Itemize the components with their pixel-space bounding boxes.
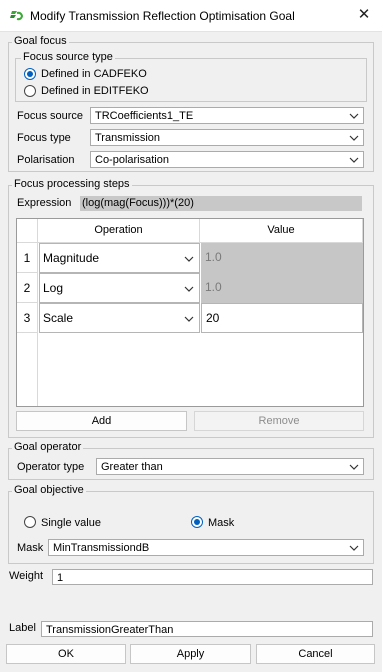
column-header-operation[interactable]: Operation [38,219,200,243]
goal-objective-label: Goal objective [12,484,86,496]
chevron-down-icon [184,256,194,262]
focus-source-type-label: Focus source type [21,51,115,63]
apply-button[interactable]: Apply [130,644,251,664]
goal-operator-label: Goal operator [12,441,84,453]
focus-type-value: Transmission [95,132,160,144]
polarisation-value: Co-polarisation [95,154,169,166]
column-header-value[interactable]: Value [200,219,363,243]
value-cell: 1.0 [201,243,363,273]
operation-value: Log [43,281,64,295]
expression-value: (log(mag(Focus)))*(20) [82,197,194,209]
chevron-down-icon [349,545,359,551]
value-input[interactable]: 20 [201,303,363,333]
goal-focus-label: Goal focus [12,35,69,47]
operator-type-label: Operator type [17,461,85,473]
weight-input[interactable]: 1 [52,569,373,585]
expression-label: Expression [17,197,72,209]
expression-field: (log(mag(Focus)))*(20) [80,196,362,211]
focus-type-combo[interactable]: Transmission [90,129,364,146]
cancel-button[interactable]: Cancel [256,644,375,664]
mask-value: MinTransmissiondB [53,542,150,554]
radio-editfeko-label: Defined in EDITFEKO [41,85,149,97]
radio-single-value-label: Single value [41,517,101,529]
value-text: 1.0 [205,280,222,294]
focus-type-label: Focus type [17,132,71,144]
chevron-down-icon [349,113,359,119]
focus-processing-label: Focus processing steps [12,178,132,190]
polarisation-label: Polarisation [17,154,75,166]
row-number: 3 [17,303,38,333]
radio-defined-in-editfeko[interactable] [24,85,36,97]
radio-single-value[interactable] [24,516,36,528]
operator-type-combo[interactable]: Greater than [96,458,364,475]
focus-source-value: TRCoefficients1_TE [95,110,194,122]
value-text: 20 [206,311,220,325]
radio-mask[interactable] [191,516,203,528]
mask-label: Mask [17,542,44,554]
goal-label-input[interactable]: TransmissionGreaterThan [41,621,373,637]
feko-app-icon [10,11,24,21]
polarisation-combo[interactable]: Co-polarisation [90,151,364,168]
close-icon[interactable]: ✕ [352,4,376,26]
chevron-down-icon [349,157,359,163]
mask-combo[interactable]: MinTransmissiondB [48,539,364,556]
chevron-down-icon [184,316,194,322]
goal-label-label: Label [9,622,36,634]
focus-source-combo[interactable]: TRCoefficients1_TE [90,107,364,124]
operation-value: Magnitude [43,251,100,265]
radio-mask-label: Mask [208,517,235,529]
chevron-down-icon [349,464,359,470]
table-corner-cell [17,219,38,243]
chevron-down-icon [184,286,194,292]
operation-value: Scale [43,311,74,325]
ok-button[interactable]: OK [6,644,126,664]
row-number-column-empty [17,333,38,406]
radio-cadfeko-label: Defined in CADFEKO [41,68,147,80]
window-title: Modify Transmission Reflection Optimisat… [30,9,295,23]
radio-defined-in-cadfeko[interactable] [24,68,36,80]
value-text: 1.0 [205,250,222,264]
operation-combo[interactable]: Scale [39,303,200,333]
operation-combo[interactable]: Log [39,273,200,303]
weight-label: Weight [9,570,44,582]
row-number: 1 [17,243,38,273]
processing-steps-table: Operation Value 1 Magnitude 1.0 2 Log 1.… [16,218,364,407]
value-cell: 1.0 [201,273,363,303]
chevron-down-icon [349,135,359,141]
goal-label-value: TransmissionGreaterThan [46,624,174,636]
operation-combo[interactable]: Magnitude [39,243,200,273]
row-number: 2 [17,273,38,303]
operator-type-value: Greater than [101,461,163,473]
add-button[interactable]: Add [16,411,187,431]
remove-button[interactable]: Remove [194,411,364,431]
weight-value: 1 [57,572,64,584]
focus-source-label: Focus source [17,110,84,122]
